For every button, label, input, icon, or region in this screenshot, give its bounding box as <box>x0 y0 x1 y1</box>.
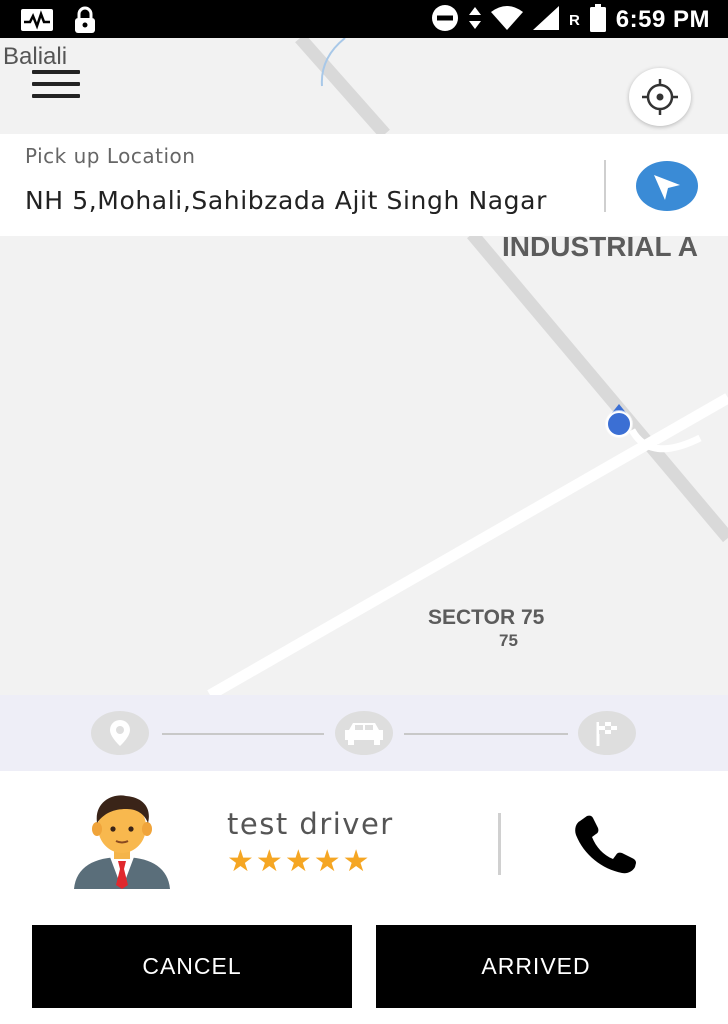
phone-icon <box>575 815 636 874</box>
navigation-arrow-icon <box>654 175 680 200</box>
crosshair-icon <box>642 79 678 115</box>
current-location-pin-icon <box>603 404 635 442</box>
signal-icon <box>532 6 559 34</box>
trip-progress-bar <box>0 695 728 771</box>
rating-star-icon: ★ <box>313 844 341 879</box>
pickup-address[interactable]: NH 5,Mohali,Sahibzada Ajit Singh Nagar <box>25 186 547 215</box>
recenter-location-button[interactable] <box>629 68 691 126</box>
driver-name: test driver <box>227 807 394 841</box>
app-name: Baliali <box>3 43 68 70</box>
menu-bar <box>32 82 80 86</box>
divider <box>604 160 606 212</box>
do-not-disturb-icon <box>431 4 459 36</box>
pickup-location-card[interactable]: Pick up Location NH 5,Mohali,Sahibzada A… <box>0 134 728 236</box>
roaming-indicator: R <box>568 11 580 29</box>
menu-bar <box>32 70 80 74</box>
cancel-button[interactable]: CANCEL <box>32 925 352 1008</box>
pickup-label: Pick up Location <box>25 144 196 168</box>
rating-star-icon: ★ <box>255 844 283 879</box>
rating-star-icon: ★ <box>227 844 254 879</box>
driver-avatar <box>70 793 174 893</box>
lock-icon <box>72 6 98 38</box>
driver-info-card: test driver ★ ★ ★ ★ ★ <box>0 771 728 925</box>
divider <box>498 813 501 875</box>
status-bar: R 6:59 PM <box>0 0 728 38</box>
car-icon <box>335 711 393 755</box>
progress-connector <box>162 733 324 735</box>
finish-flag-icon <box>578 711 636 755</box>
map-sector-label: SECTOR 75 <box>428 606 545 629</box>
map-sector-number: 75 <box>499 631 518 650</box>
pickup-location-icon <box>91 711 149 755</box>
battery-icon <box>589 4 606 36</box>
data-arrows-icon <box>468 7 481 33</box>
driver-rating: ★ ★ ★ ★ ★ <box>227 847 370 877</box>
rating-star-icon: ★ <box>342 844 370 879</box>
menu-button[interactable] <box>30 70 82 100</box>
status-time: 6:59 PM <box>615 6 710 33</box>
app-screen: R 6:59 PM INDUSTRIAL A SECTOR 75 75 Bali… <box>0 0 728 1024</box>
menu-bar <box>32 94 80 98</box>
call-driver-button[interactable] <box>570 815 640 875</box>
progress-connector <box>404 733 568 735</box>
activity-monitor-icon <box>20 8 54 36</box>
navigate-button[interactable] <box>636 161 698 211</box>
arrived-button[interactable]: ARRIVED <box>376 925 696 1008</box>
wifi-icon <box>490 6 523 34</box>
rating-star-icon: ★ <box>284 844 312 879</box>
